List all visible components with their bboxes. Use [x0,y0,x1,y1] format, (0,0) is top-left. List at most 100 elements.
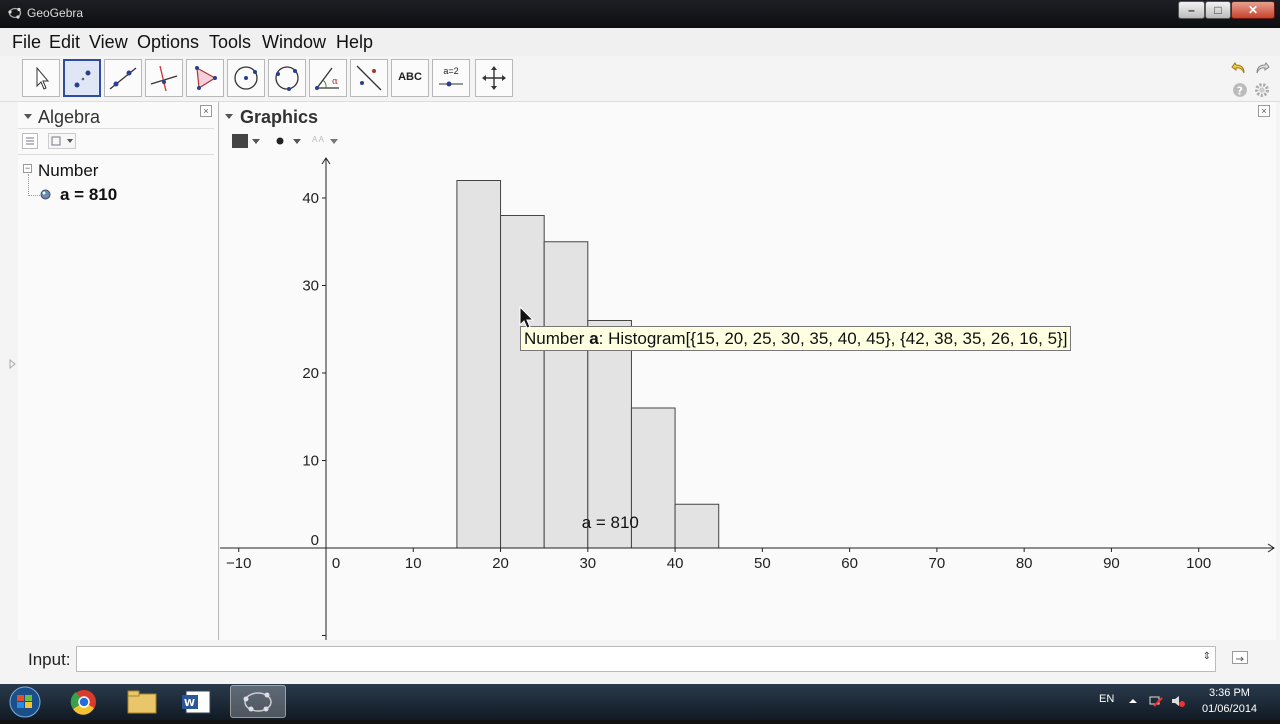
y-tick-label: 10 [302,453,319,470]
reflect-icon [356,65,382,91]
tool-angle[interactable]: α [309,59,347,97]
x-tick-label: 0 [332,555,340,572]
object-visibility-icon[interactable] [40,189,51,200]
redo-icon[interactable] [1254,60,1270,76]
input-keyboard-button[interactable] [1232,651,1248,664]
x-tick-label: 80 [1016,555,1033,572]
expand-side-icon[interactable] [8,358,16,370]
tree-collapse-toggle[interactable]: − [23,164,32,173]
taskbar-word[interactable]: W [171,685,227,718]
tool-circle-center[interactable] [227,59,265,97]
collapse-triangle-icon[interactable] [24,112,32,120]
svg-text:W: W [184,698,195,709]
label-style-icon[interactable]: A A [312,135,324,144]
windows-taskbar: W EN 3:36 PM 01/06/2014 [0,684,1280,720]
graphics-close-button[interactable]: × [1258,105,1270,117]
help-icon[interactable]: ? [1232,82,1248,98]
undo-icon[interactable] [1231,60,1247,76]
close-window-button[interactable]: ✕ [1231,1,1275,19]
input-bar: Input: ⇕ [0,640,1280,684]
chrome-icon [70,690,96,715]
circle-center-point-icon [234,66,258,90]
tool-text[interactable]: ABC [391,59,429,97]
taskbar-explorer[interactable] [114,685,170,718]
menu-file[interactable]: File [12,32,41,53]
tool-point[interactable] [63,59,101,97]
y-tick-label: 0 [311,532,319,549]
histogram-bar [674,503,720,549]
tree-line [28,174,29,196]
point-style-icon[interactable] [276,137,284,145]
tool-polygon[interactable] [186,59,224,97]
tool-move[interactable] [22,59,60,97]
svg-text:?: ? [1237,84,1243,97]
color-swatch-icon[interactable] [232,134,248,148]
taskbar-chrome[interactable] [57,685,113,718]
tool-perpendicular[interactable] [145,59,183,97]
x-tick-label: −10 [226,555,251,572]
geogebra-app-icon [243,692,272,712]
circle-three-points-icon [275,66,299,91]
slider-track-icon [439,81,463,87]
menu-edit[interactable]: Edit [49,32,80,53]
y-tick-label: 40 [302,190,319,207]
menu-tools[interactable]: Tools [209,32,251,53]
angle-icon: α [315,67,339,90]
start-button[interactable] [0,685,52,718]
algebra-tree-mode-button[interactable] [48,133,76,149]
minimize-icon: – [1188,3,1195,17]
settings-gear-icon[interactable] [1254,82,1270,98]
tooltip-object-name: a [589,329,599,348]
chevron-down-icon[interactable] [330,139,338,145]
menu-help[interactable]: Help [336,32,373,53]
mouse-cursor-icon [519,306,535,329]
tool-slider[interactable]: a=2 [432,59,470,97]
x-tick-label: 90 [1103,555,1120,572]
menu-options[interactable]: Options [137,32,199,53]
collapse-triangle-icon[interactable] [225,112,233,120]
tool-move-graphics-view[interactable] [475,59,513,97]
taskbar-geogebra[interactable] [230,685,286,718]
slider-icon: a=2 [443,66,459,76]
language-indicator[interactable]: EN [1099,693,1114,705]
x-tick-label: 30 [579,555,596,572]
input-history-icon[interactable]: ⇕ [1203,651,1211,662]
tooltip-definition: : Histogram[{15, 20, 25, 30, 35, 40, 45}… [598,329,1068,348]
algebra-title: Algebra [38,107,101,127]
point-icon [74,70,91,88]
graphics-canvas[interactable]: −10 0 10 20 30 40 50 60 70 80 90 100 0 10 20 30 40 a = 81… [220,155,1276,640]
menu-bar: File Edit View Options Tools Window Help [0,28,1280,56]
x-tick-label: 20 [492,555,509,572]
histogram-bar [543,241,589,549]
maximize-button[interactable]: □ [1205,1,1231,19]
clock-date[interactable]: 01/06/2014 [1202,703,1257,715]
chevron-down-icon[interactable] [293,139,301,145]
algebra-close-button[interactable]: × [200,105,212,117]
tool-reflect[interactable] [350,59,388,97]
volume-muted-icon[interactable] [1171,694,1186,708]
clock-time[interactable]: 3:36 PM [1209,687,1250,699]
input-field[interactable]: ⇕ [76,646,1216,672]
windows-start-icon [9,686,41,718]
polygon-icon [195,66,217,90]
y-tick-label: 20 [302,365,319,382]
show-hidden-icons-icon[interactable] [1128,697,1138,705]
tool-circle-three-points[interactable] [268,59,306,97]
text-tool-icon: ABC [398,71,422,83]
tool-line[interactable] [104,59,142,97]
menu-view[interactable]: View [89,32,128,53]
histogram-label-text: a = 810 [582,513,639,532]
minimize-button[interactable]: – [1178,1,1205,19]
divider [18,154,214,155]
input-label: Input: [28,650,71,669]
network-icon[interactable] [1149,694,1164,708]
x-tick-label: 60 [841,555,858,572]
folder-icon [127,690,157,714]
algebra-object-a[interactable]: a = 810 [60,185,117,205]
graphics-view: Graphics × A A −10 0 10 20 30 40 50 60 70 80 90 100… [220,102,1276,640]
graphics-style-bar: A A [220,129,1276,155]
algebra-sort-button[interactable] [22,133,38,149]
perpendicular-line-icon [150,65,178,92]
menu-window[interactable]: Window [262,32,326,53]
chevron-down-icon[interactable] [252,139,260,145]
